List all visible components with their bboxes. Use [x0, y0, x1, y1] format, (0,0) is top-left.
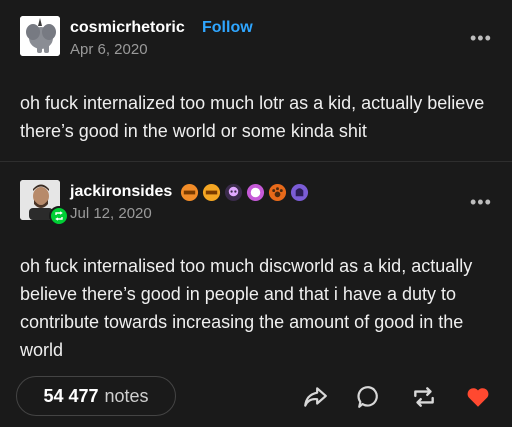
avatar[interactable]: [20, 16, 60, 56]
more-options-button[interactable]: •••: [470, 28, 492, 49]
post-text: oh fuck internalized too much lotr as a …: [20, 93, 485, 141]
username[interactable]: jackironsides: [70, 183, 172, 201]
orange-badge-icon[interactable]: [202, 183, 221, 202]
notes-button[interactable]: 54 477 notes: [16, 376, 176, 416]
badge-row: [180, 183, 309, 202]
post-date[interactable]: Apr 6, 2020: [70, 41, 148, 58]
orange-badge-icon[interactable]: [180, 183, 199, 202]
paw-badge-icon[interactable]: [268, 183, 287, 202]
notes-label: notes: [104, 385, 149, 406]
follow-button[interactable]: Follow: [202, 19, 253, 37]
post-text: oh fuck internalised too much discworld …: [20, 256, 473, 360]
reblog-icon[interactable]: [411, 384, 437, 410]
post-date[interactable]: Jul 12, 2020: [70, 205, 152, 222]
username[interactable]: cosmicrhetoric: [70, 19, 185, 37]
skull-badge-icon[interactable]: [224, 183, 243, 202]
purple-badge-icon[interactable]: [290, 183, 309, 202]
divider: [0, 161, 512, 162]
pink-badge-icon[interactable]: [246, 183, 265, 202]
more-options-button[interactable]: •••: [470, 192, 492, 213]
share-icon[interactable]: [302, 384, 328, 410]
notes-count: 54 477: [43, 385, 99, 406]
like-heart-icon[interactable]: [465, 384, 491, 410]
reblog-icon: [49, 206, 69, 226]
reply-icon[interactable]: [356, 384, 382, 410]
elephant-avatar-icon: [20, 16, 60, 56]
